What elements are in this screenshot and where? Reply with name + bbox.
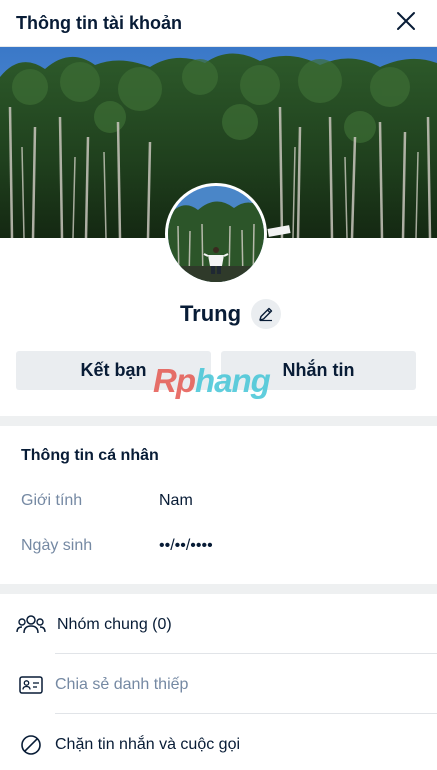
block-messages-calls-item[interactable]: Chặn tin nhắn và cuộc gọi — [0, 716, 437, 770]
contact-card-icon — [16, 672, 46, 698]
pencil-icon — [259, 307, 273, 322]
section-divider — [0, 584, 437, 594]
list-separator — [55, 713, 437, 714]
common-groups-item[interactable]: Nhóm chung (0) — [0, 596, 437, 654]
share-contact-card-label: Chia sẻ danh thiếp — [55, 676, 189, 693]
name-row: Trung — [0, 296, 437, 332]
gender-value: Nam — [159, 492, 193, 509]
birthday-value: ••/••/•••• — [159, 537, 213, 554]
modal-header: Thông tin tài khoản — [0, 0, 437, 47]
group-icon — [16, 612, 46, 638]
edit-name-button[interactable] — [251, 299, 282, 329]
avatar[interactable] — [165, 183, 267, 285]
common-groups-label: Nhóm chung (0) — [57, 616, 172, 633]
block-messages-calls-label: Chặn tin nhắn và cuộc gọi — [55, 736, 241, 753]
message-button[interactable]: Nhắn tin — [221, 351, 416, 390]
section-divider — [0, 416, 437, 426]
close-icon[interactable] — [393, 8, 419, 34]
profile-name: Trung — [179, 301, 242, 326]
modal-title: Thông tin tài khoản — [16, 12, 182, 33]
personal-info-title: Thông tin cá nhân — [21, 447, 159, 464]
block-icon — [16, 732, 46, 758]
list-separator — [55, 653, 437, 654]
gender-label: Giới tính — [21, 492, 83, 509]
share-contact-card-item[interactable]: Chia sẻ danh thiếp — [0, 656, 437, 714]
add-friend-button[interactable]: Kết bạn — [16, 351, 211, 390]
birthday-label: Ngày sinh — [21, 537, 93, 554]
